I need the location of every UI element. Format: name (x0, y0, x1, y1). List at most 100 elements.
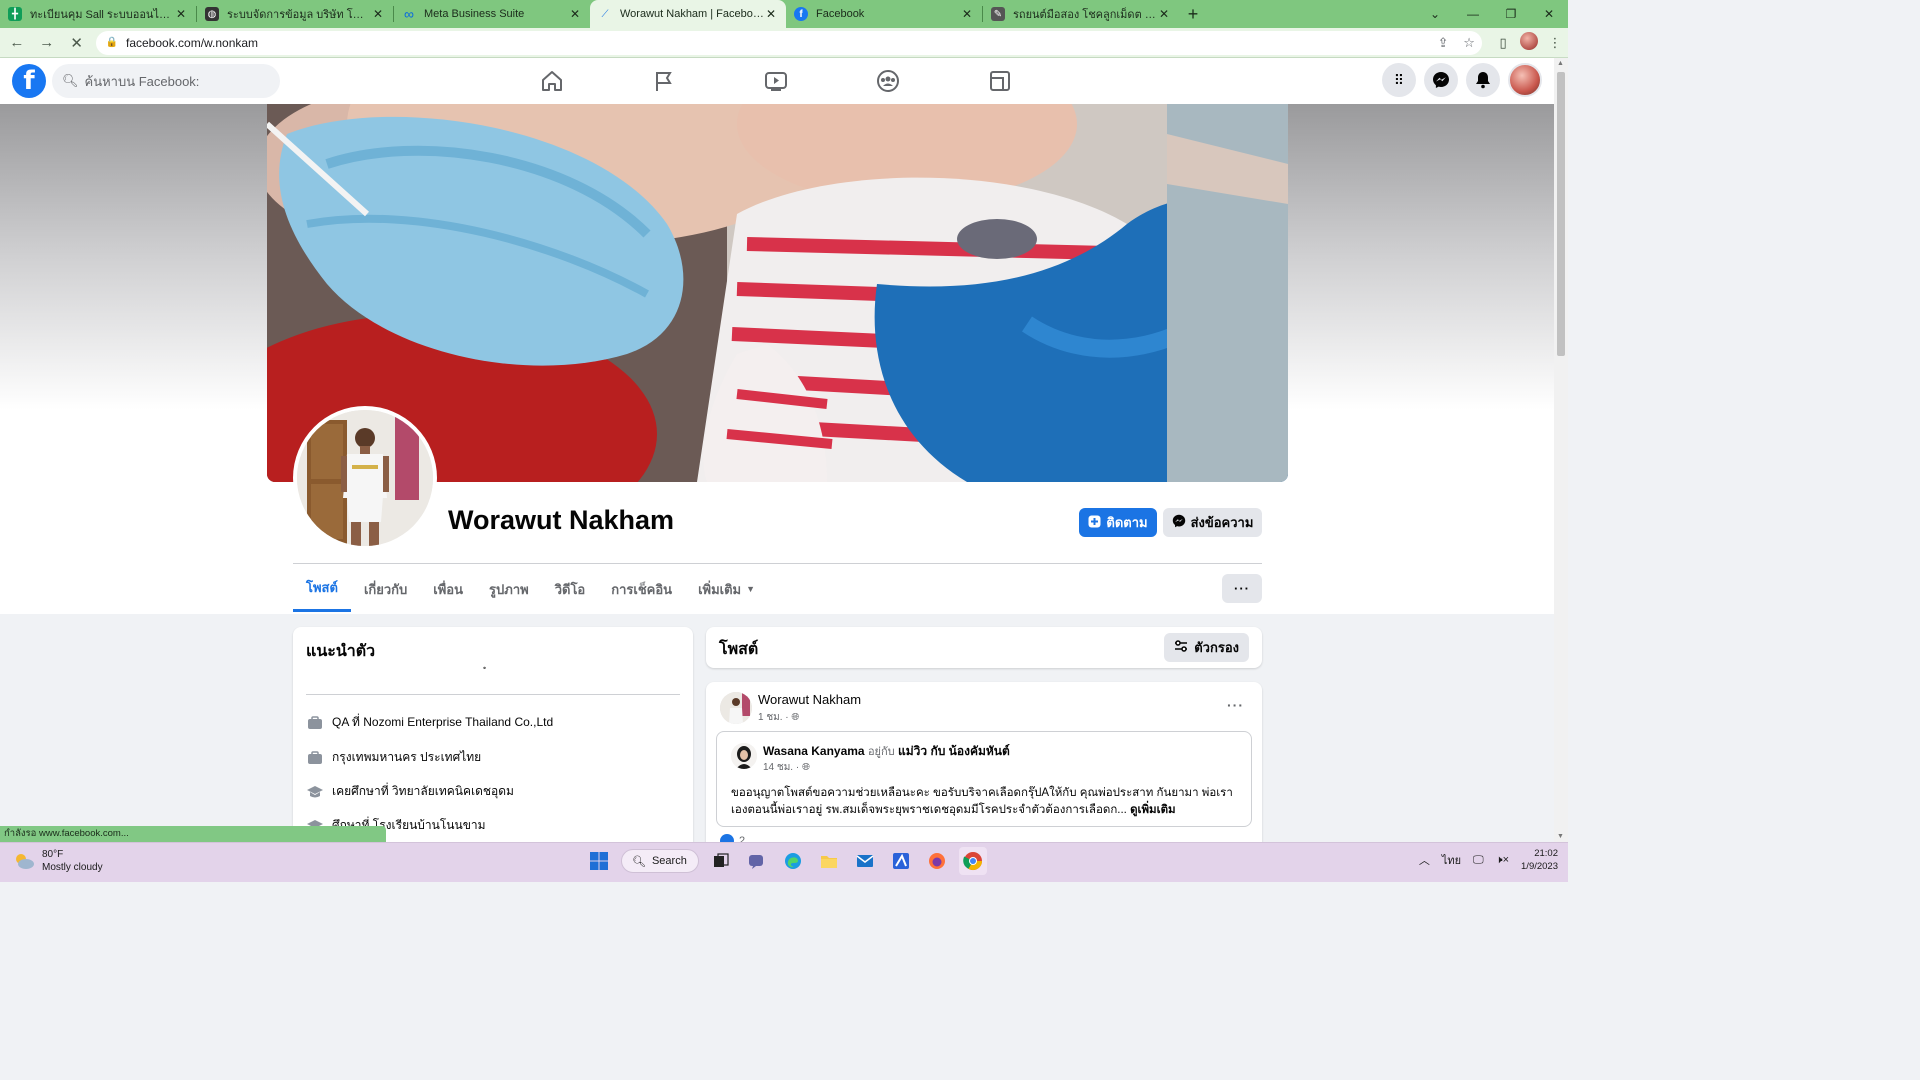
facebook-main-nav (496, 58, 1056, 104)
profile-avatar[interactable] (1516, 32, 1542, 53)
url-bar[interactable]: 🔒 facebook.com/w.nonkam ⇪ ☆ (95, 30, 1483, 55)
scrollbar-thumb[interactable] (1557, 72, 1565, 356)
close-icon[interactable]: ✕ (568, 7, 582, 21)
follow-button[interactable]: ติดตาม (1079, 508, 1157, 537)
shared-author-name[interactable]: Wasana Kanyama (763, 744, 865, 758)
firefox-icon[interactable] (923, 847, 951, 875)
send-message-button[interactable]: ส่งข้อความ (1163, 508, 1262, 537)
close-icon[interactable]: ✕ (764, 7, 778, 21)
close-window-button[interactable]: ✕ (1530, 0, 1568, 28)
close-icon[interactable]: ✕ (1157, 7, 1171, 21)
messenger-icon[interactable] (1424, 63, 1458, 97)
forward-button[interactable]: → (34, 30, 60, 56)
account-avatar[interactable] (1508, 63, 1542, 97)
network-icon[interactable]: 🖵 (1473, 854, 1484, 867)
shared-time[interactable]: 14 ชม. · 🌐︎ (763, 760, 810, 775)
shared-time-text: 14 ชม. · (763, 762, 800, 773)
taskbar-search[interactable]: 🔍︎ Search (621, 849, 699, 873)
app-icon[interactable] (887, 847, 915, 875)
teams-chat-icon[interactable] (743, 847, 771, 875)
tab-search-icon[interactable]: ⌄ (1416, 0, 1454, 28)
filter-button[interactable]: ตัวกรอง (1164, 633, 1249, 662)
messenger-icon (1172, 514, 1186, 531)
restore-button[interactable]: ❐ (1492, 0, 1530, 28)
windows-start-icon[interactable] (585, 847, 613, 875)
browser-tab[interactable]: f Facebook ✕ (786, 0, 982, 28)
tab-more[interactable]: เพิ่มเติม ▼ (685, 566, 768, 612)
input-language[interactable]: ไทย (1442, 851, 1461, 869)
cover-photo[interactable] (267, 104, 1288, 482)
browser-tab[interactable]: ∞ Meta Business Suite ✕ (394, 0, 590, 28)
chevron-up-icon[interactable]: ︿ (1419, 852, 1430, 868)
briefcase-icon (306, 715, 324, 730)
bookmark-star-icon[interactable]: ☆ (1456, 35, 1482, 51)
minimize-button[interactable]: — (1454, 0, 1492, 28)
weather-temp: 80°F (42, 849, 64, 860)
intro-item-education: เคยศึกษาที่ วิทยาลัยเทคนิคเดชอุดม (306, 782, 514, 801)
share-icon[interactable]: ⇪ (1430, 35, 1456, 51)
browser-toolbar-right: ▯ ⋮ (1490, 32, 1568, 53)
tagged-names[interactable]: แม่วิว กับ น้องคัมหันต์ (898, 744, 1010, 758)
menu-grid-icon[interactable]: ⠿ (1382, 63, 1416, 97)
taskbar-search-label: Search (651, 855, 687, 867)
post-author-name[interactable]: Worawut Nakham (758, 692, 861, 707)
home-nav-icon[interactable] (496, 58, 608, 104)
tab-about[interactable]: เกี่ยวกับ (351, 566, 420, 612)
facebook-search-input[interactable]: 🔍︎ ค้นหาบน Facebook: (52, 64, 280, 98)
gaming-nav-icon[interactable] (944, 58, 1056, 104)
tab-friends[interactable]: เพื่อน (420, 566, 476, 612)
post-author-avatar[interactable] (720, 692, 752, 724)
browser-tab[interactable]: ◍ ระบบจัดการข้อมูล บริษัท โชคลูกเม็ดต ✕ (197, 0, 393, 28)
volume-muted-icon[interactable]: 🕨× (1496, 854, 1509, 867)
back-button[interactable]: ← (4, 30, 30, 56)
filter-label: ตัวกรอง (1194, 640, 1239, 655)
shared-post[interactable]: Wasana Kanyama อยู่กับ แม่วิว กับ น้องคั… (716, 731, 1252, 827)
tab-photos[interactable]: รูปภาพ (476, 566, 542, 612)
side-panel-icon[interactable]: ▯ (1490, 35, 1516, 51)
tab-videos[interactable]: วิดีโอ (542, 566, 599, 612)
tab-title: ระบบจัดการข้อมูล บริษัท โชคลูกเม็ดต (227, 9, 371, 21)
stop-button[interactable]: ✕ (64, 30, 90, 56)
browser-tab[interactable]: ╋ ทะเบียนคุม Sall ระบบออนไลน์.xlsx - G ✕ (0, 0, 196, 28)
page-scrollbar[interactable]: ▲ ▼ (1554, 58, 1568, 842)
tab-posts[interactable]: โพสต์ (293, 566, 351, 612)
facebook-logo[interactable]: f (12, 64, 46, 98)
scroll-down-arrow-icon[interactable]: ▼ (1557, 833, 1564, 840)
lock-icon[interactable]: 🔒 (106, 37, 118, 48)
menu-kebab-icon[interactable]: ⋮ (1542, 35, 1568, 51)
post-time[interactable]: 1 ชม. · 🌐︎ (758, 710, 799, 725)
new-tab-button[interactable]: + (1179, 0, 1207, 28)
post-time-text: 1 ชม. · (758, 712, 789, 723)
scroll-up-arrow-icon[interactable]: ▲ (1557, 60, 1564, 67)
tab-title: Meta Business Suite (424, 8, 525, 20)
close-icon[interactable]: ✕ (174, 7, 188, 21)
pages-flag-nav-icon[interactable] (608, 58, 720, 104)
search-icon: 🔍︎ (62, 73, 79, 88)
post-options-button[interactable]: ··· (1227, 697, 1244, 713)
tab-checkins[interactable]: การเช็คอิน (598, 566, 685, 612)
tab-title: Facebook (816, 8, 865, 20)
edge-browser-icon[interactable] (779, 847, 807, 875)
task-view-icon[interactable] (707, 847, 735, 875)
shared-author-avatar[interactable] (731, 743, 757, 769)
browser-tab-strip: ╋ ทะเบียนคุม Sall ระบบออนไลน์.xlsx - G ✕… (0, 0, 1568, 28)
see-more-link[interactable]: ดูเพิ่มเติม (1130, 804, 1176, 816)
with-word: อยู่กับ (867, 746, 895, 758)
meta-icon: ∞ (404, 6, 414, 22)
notifications-bell-icon[interactable] (1466, 63, 1500, 97)
close-icon[interactable]: ✕ (371, 7, 385, 21)
browser-tab[interactable]: ✎ รถยนต์มือสอง โชคลูกเม็ดต อุดรธานี ✕ (983, 0, 1179, 28)
groups-nav-icon[interactable] (832, 58, 944, 104)
globe-icon: 🌐︎ (801, 762, 810, 773)
profile-more-options-button[interactable]: ··· (1222, 574, 1262, 603)
close-icon[interactable]: ✕ (960, 7, 974, 21)
profile-picture[interactable] (293, 406, 437, 550)
clock[interactable]: 21:02 1/9/2023 (1521, 847, 1558, 873)
file-explorer-icon[interactable] (815, 847, 843, 875)
browser-tab-active[interactable]: ⟋ Worawut Nakham | Facebook ✕ (590, 0, 786, 28)
chrome-icon[interactable] (959, 847, 987, 875)
watch-video-nav-icon[interactable] (720, 58, 832, 104)
mail-icon[interactable] (851, 847, 879, 875)
sliders-icon (1174, 640, 1188, 655)
weather-widget[interactable]: 80°F Mostly cloudy (12, 848, 103, 874)
